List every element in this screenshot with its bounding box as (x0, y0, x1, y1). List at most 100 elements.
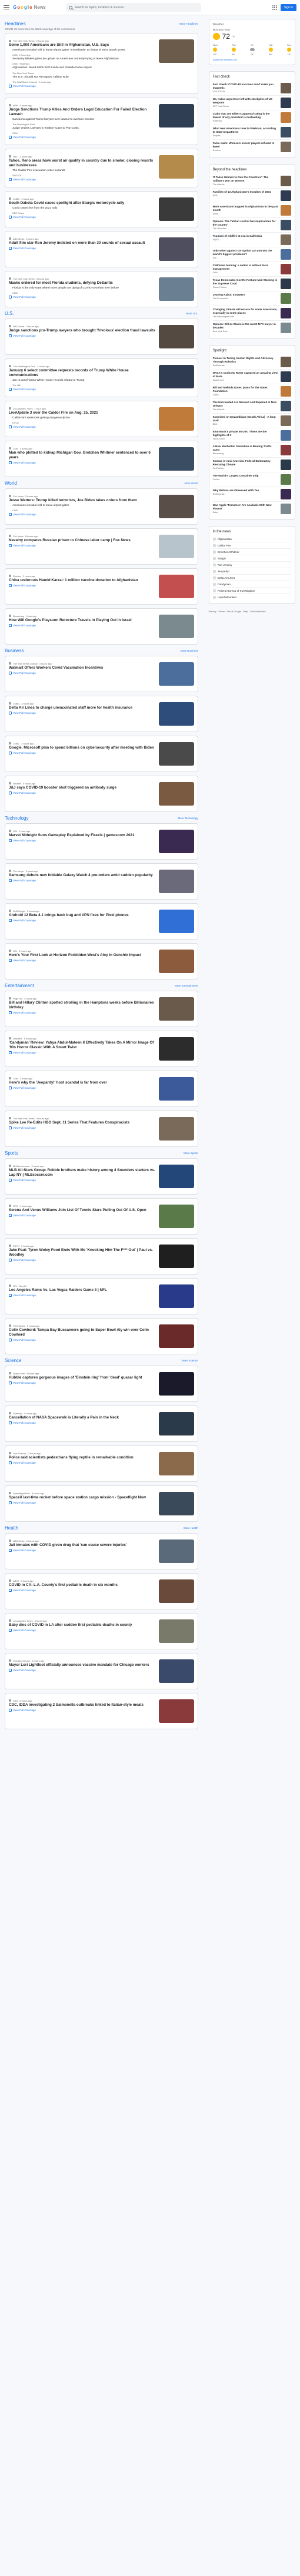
lead-story[interactable]: FOX Sports 5 hours ago Colin Cowherd: Tamp… (9, 1322, 194, 1350)
topic-item[interactable]: Liquid Mountain (212, 594, 291, 600)
story-thumbnail[interactable] (158, 447, 194, 471)
story-title[interactable]: Here's why the 'Jeopardy!' host scandal … (9, 1081, 155, 1085)
story-title[interactable]: China undercuts Hamid Karzai: 1 million … (9, 578, 155, 583)
full-coverage-link[interactable]: View Full Coverage (9, 1501, 155, 1504)
story-thumbnail[interactable] (158, 1116, 194, 1141)
lead-story[interactable]: NBC 3 hours ago Tahoe, Reno areas have wor… (9, 153, 194, 183)
full-coverage-link[interactable]: View Full Coverage (9, 583, 155, 587)
full-coverage-link[interactable]: View Full Coverage (9, 334, 155, 337)
sidebar-story[interactable]: What new Americans took to Pakistan, acc… (212, 125, 291, 140)
story-thumbnail[interactable] (158, 1579, 194, 1603)
story-title[interactable]: January 6 select committee requests reco… (9, 368, 155, 378)
lead-story[interactable]: Gizmodo 5 hours ago Cancellation of NASA S… (9, 1410, 194, 1438)
temperature-unit[interactable]: °F (232, 35, 235, 38)
full-coverage-link[interactable]: View Full Coverage (9, 1213, 155, 1217)
story-title[interactable]: Judge Sanctions Trump Allies And Orders … (9, 108, 155, 117)
lead-story[interactable]: Fox News 5 hours ago Jesse Watters: Trump … (9, 492, 194, 521)
full-coverage-link[interactable]: View Full Coverage (9, 425, 155, 428)
lead-story[interactable]: The Verge 3 hours ago Samsung debuts new f… (9, 867, 194, 895)
full-coverage-link[interactable]: View Full Coverage (9, 1421, 155, 1424)
story-title[interactable]: Man who plotted to kidnap Michigan Gov. … (9, 451, 155, 460)
related-story[interactable]: Jan. 6 panel wants White House records r… (12, 379, 155, 383)
full-coverage-link[interactable]: View Full Coverage (9, 1338, 155, 1341)
more-link[interactable]: More Health (184, 1527, 198, 1530)
story-thumbnail[interactable] (158, 1164, 194, 1188)
related-story[interactable]: Judge Orders Lawyers in 'Kraken' Case to… (12, 127, 155, 130)
topic-item[interactable]: Federal Bureau of Investigation (212, 588, 291, 594)
full-coverage-link[interactable]: View Full Coverage (9, 1708, 155, 1712)
lead-story[interactable]: The New York Times 6 hours ago Spike Lee R… (9, 1115, 194, 1143)
story-title[interactable]: Android 12 Beta 4.1 brings back bug and … (9, 913, 155, 918)
full-coverage-link[interactable]: View Full Coverage (9, 878, 155, 882)
sidebar-story[interactable]: The World's Largest Container Ship Forbes (212, 472, 291, 487)
sidebar-story[interactable]: More Americans trapped in Afghanistan in… (212, 203, 291, 218)
story-thumbnail[interactable] (158, 869, 194, 893)
lead-story[interactable]: Reuters 5 hours ago J&J says COVID-19 boos… (9, 780, 194, 808)
full-coverage-link[interactable]: View Full Coverage (9, 1381, 155, 1384)
topic-item[interactable]: Jeopardy! (212, 568, 291, 575)
full-coverage-link[interactable]: View Full Coverage (9, 918, 155, 922)
full-coverage-link[interactable]: View Full Coverage (9, 671, 155, 675)
full-coverage-link[interactable]: View Full Coverage (9, 1293, 155, 1297)
lead-story[interactable]: CNBC 2 hours ago Delta Air Lines to charge… (9, 700, 194, 728)
more-link[interactable]: More U.S. (186, 312, 198, 315)
lead-story[interactable]: Deadline 5 hours ago 'Candyman' Review: Ya… (9, 1035, 194, 1063)
story-thumbnail[interactable] (158, 237, 194, 261)
story-title[interactable]: Colin Cowherd: Tampa Bay Buccaneers goin… (9, 1328, 155, 1337)
section-note[interactable]: COVID-19 news: See the latest coverage o… (5, 28, 198, 31)
story-thumbnail[interactable] (158, 1539, 194, 1563)
search-input[interactable]: Search for topics, locations & sources (65, 3, 201, 12)
lead-story[interactable]: Los Angeles Times 4 hours ago Baby dies of… (9, 1617, 194, 1645)
story-title[interactable]: Serena And Venus Williams Join List Of T… (9, 1208, 155, 1213)
lead-story[interactable]: ESPN 3 hours ago Jake Paul: Tyron Woley Fo… (9, 1242, 194, 1270)
full-coverage-link[interactable]: View Full Coverage (9, 1461, 155, 1464)
section-title[interactable]: Business (5, 648, 24, 653)
story-thumbnail[interactable] (158, 155, 194, 179)
story-title[interactable]: Some 1,000 Americans are Still in Afghan… (9, 43, 155, 48)
sign-in-button[interactable]: Sign in (280, 4, 296, 11)
lead-story[interactable]: CNBC 4 hours ago South Dakota Covid cases … (9, 195, 194, 223)
section-title[interactable]: Science (5, 1358, 21, 1363)
full-coverage-link[interactable]: View Full Coverage (9, 177, 155, 181)
story-thumbnail[interactable] (158, 1076, 194, 1101)
lead-story[interactable]: NPR 4 hours ago Serena And Venus Williams … (9, 1202, 194, 1230)
story-thumbnail[interactable] (158, 1324, 194, 1348)
story-title[interactable]: Samsung debuts new foldable Galaxy Watch… (9, 873, 155, 878)
section-title[interactable]: U.S. (5, 311, 14, 316)
full-coverage-link[interactable]: View Full Coverage (9, 387, 155, 391)
related-story[interactable]: Afghanistan: Mood Shifts Both Inside and… (12, 66, 155, 70)
lead-story[interactable]: 9to5Google 2 hours ago Android 12 Beta 4.1… (9, 907, 194, 935)
related-story[interactable]: The U.S. Should Not Recognize Taliban Ru… (12, 76, 155, 79)
lead-story[interactable]: Live Science 3 hours ago Police raid scien… (9, 1450, 194, 1478)
related-story[interactable]: Americans in Kabul told to leave airport… (12, 504, 155, 508)
lead-story[interactable]: CNBC 4 hours ago Google, Microsoft plan to… (9, 740, 194, 768)
sidebar-story[interactable]: Kansas in rural America: Federal Bankrup… (212, 458, 291, 472)
story-thumbnail[interactable] (158, 997, 194, 1021)
lead-story[interactable]: ABC7 3 hours ago COVID in CA: L.A. County'… (9, 1577, 194, 1605)
lead-story[interactable]: Reuters 2 hours ago China undercuts Hamid … (9, 572, 194, 601)
story-thumbnail[interactable] (158, 662, 194, 686)
sidebar-story[interactable]: False claim: Women's soccer players refu… (213, 140, 291, 154)
lead-story[interactable]: IGN 1 hour ago Marvel Midnight Suns Gamepl… (9, 827, 194, 856)
related-story[interactable]: Covid cases rise from the 2021 rally (12, 207, 155, 210)
sidebar-story[interactable]: Changing climate will ensure for some Am… (212, 306, 291, 321)
menu-icon[interactable] (4, 5, 9, 10)
more-link[interactable]: More Science (182, 1359, 198, 1362)
full-coverage-link[interactable]: View Full Coverage (9, 1628, 155, 1632)
sidebar-story[interactable]: Opinion: The Taliban control has implica… (212, 218, 291, 233)
lead-story[interactable]: Los Angeles Times 1 hour ago LiveUpdate 3 … (9, 405, 194, 433)
story-title[interactable]: Cancellation of NASA Spacewalk is Litera… (9, 1416, 155, 1420)
sidebar-story[interactable]: Bill and Melinda Gates' plans for the Ga… (212, 384, 291, 399)
lead-story[interactable]: NBC News 2 hours ago Jail inmates with COV… (9, 1537, 194, 1565)
lead-story[interactable]: Spaceflight Now 6 hours ago SpaceX last-ti… (9, 1490, 194, 1518)
full-coverage-link[interactable]: View Full Coverage (9, 544, 155, 547)
full-coverage-link[interactable]: View Full Coverage (9, 751, 155, 754)
lead-story[interactable]: The New York Times 2 hours ago Some 1,000 … (9, 37, 194, 90)
story-title[interactable]: Mayor Lori Lightfoot officially announce… (9, 1663, 155, 1668)
section-title[interactable]: Technology (5, 816, 28, 821)
story-title[interactable]: South Dakota Covid cases spotlight after… (9, 201, 155, 206)
sidebar-story[interactable]: NASA's Curiosity Rover captured an amazi… (212, 370, 291, 384)
full-coverage-link[interactable]: View Full Coverage (9, 461, 155, 464)
story-title[interactable]: CDC, IDDA investigating 2 Salmonella out… (9, 1703, 155, 1708)
lead-story[interactable]: Page Six 4 hours ago Bill and Hillary Clin… (9, 995, 194, 1023)
